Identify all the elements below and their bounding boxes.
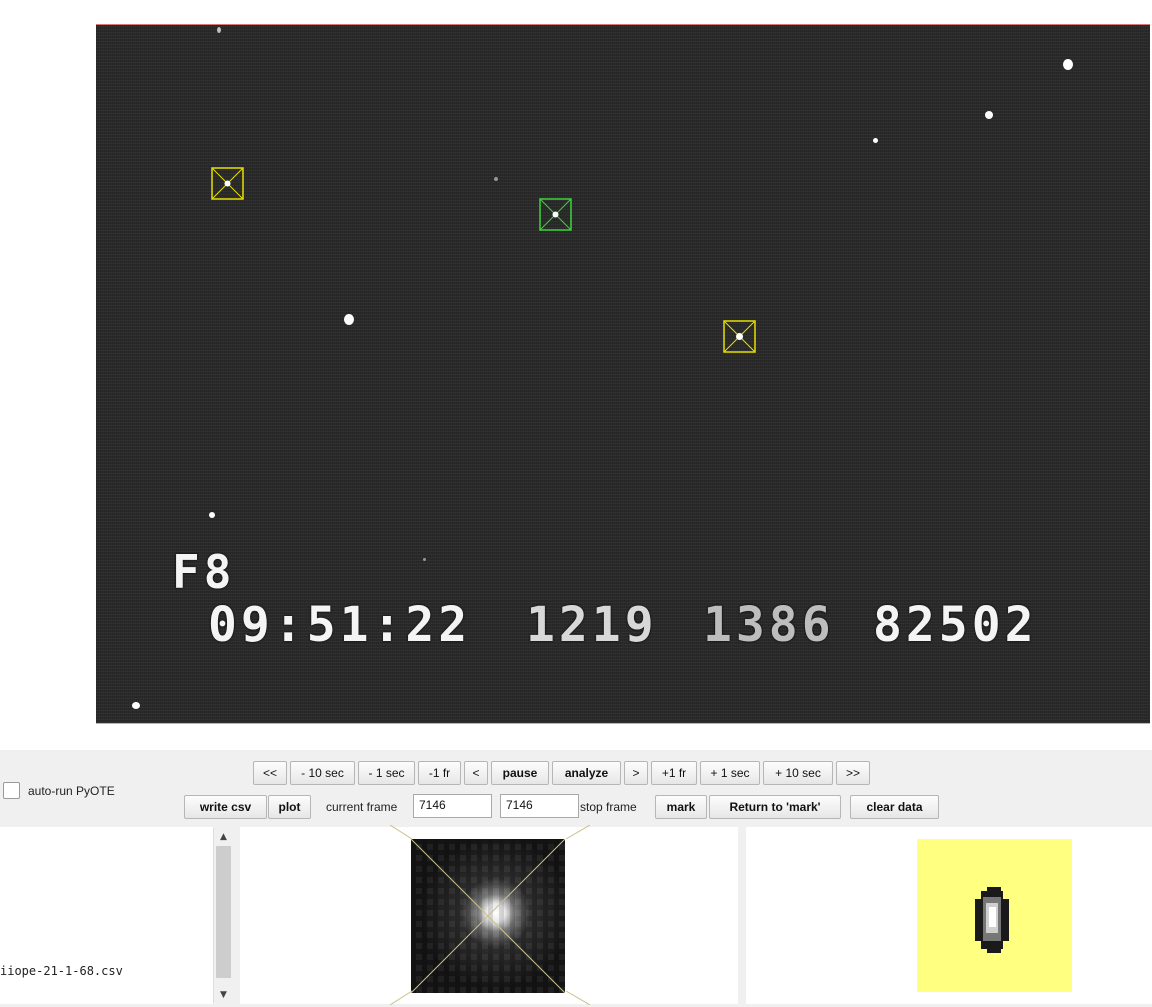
back-1-frame-button[interactable]: -1 fr: [418, 761, 461, 785]
thumbnail-diagonal-left: [390, 825, 590, 1005]
triangle-up-icon[interactable]: ▲: [214, 828, 233, 845]
return-to-mark-button[interactable]: Return to 'mark': [709, 795, 841, 819]
mark-button[interactable]: mark: [655, 795, 707, 819]
star: [423, 558, 426, 561]
aperture-mask-view: [917, 839, 1072, 992]
reference-star-marker[interactable]: [211, 167, 244, 200]
step-forward-button[interactable]: >: [624, 761, 648, 785]
osd-milliseconds-2: 1386: [703, 597, 835, 653]
star: [344, 314, 354, 325]
star: [494, 177, 498, 181]
autorun-label: auto-run PyOTE: [28, 784, 115, 798]
star: [132, 702, 140, 709]
triangle-down-icon[interactable]: ▼: [214, 986, 233, 1003]
forward-far-button[interactable]: >>: [836, 761, 870, 785]
pause-button[interactable]: pause: [491, 761, 549, 785]
back-10-sec-button[interactable]: - 10 sec: [290, 761, 355, 785]
forward-1-frame-button[interactable]: +1 fr: [651, 761, 697, 785]
stop-frame-field[interactable]: 7146: [500, 794, 579, 818]
osd-field-label: F8: [172, 545, 236, 599]
target-star-marker[interactable]: [539, 198, 572, 231]
star: [1063, 59, 1073, 70]
back-1-sec-button[interactable]: - 1 sec: [358, 761, 415, 785]
target-thumbnail-panel: [240, 825, 738, 1005]
autorun-checkbox[interactable]: [3, 782, 20, 799]
video-frame[interactable]: F8 09:51:22 1219 1386 82502: [96, 24, 1150, 724]
step-back-button[interactable]: <: [464, 761, 488, 785]
analyze-button[interactable]: analyze: [552, 761, 621, 785]
star: [873, 138, 878, 143]
osd-frame-count: 82502: [873, 597, 1038, 653]
mask-panel: [746, 827, 1152, 1004]
star: [217, 27, 221, 33]
current-frame-label: current frame: [326, 800, 398, 814]
current-frame-field[interactable]: 7146: [413, 794, 492, 818]
reference-star-marker[interactable]: [723, 320, 756, 353]
back-far-button[interactable]: <<: [253, 761, 287, 785]
file-list-panel[interactable]: iiope-21-1-68.csv: [0, 827, 213, 1004]
plot-button[interactable]: plot: [268, 795, 311, 819]
star: [209, 512, 215, 518]
write-csv-button[interactable]: write csv: [184, 795, 267, 819]
file-list-item[interactable]: iiope-21-1-68.csv: [0, 964, 123, 978]
clear-data-button[interactable]: clear data: [850, 795, 939, 819]
scrollbar-thumb[interactable]: [216, 846, 231, 978]
forward-1-sec-button[interactable]: + 1 sec: [700, 761, 760, 785]
forward-10-sec-button[interactable]: + 10 sec: [763, 761, 833, 785]
star: [985, 111, 993, 119]
stop-frame-label: stop frame: [580, 800, 637, 814]
osd-milliseconds-1: 1219: [526, 597, 658, 653]
file-list-scrollbar[interactable]: ▲ ▼: [213, 828, 232, 1003]
osd-timestamp: 09:51:22: [208, 597, 472, 653]
